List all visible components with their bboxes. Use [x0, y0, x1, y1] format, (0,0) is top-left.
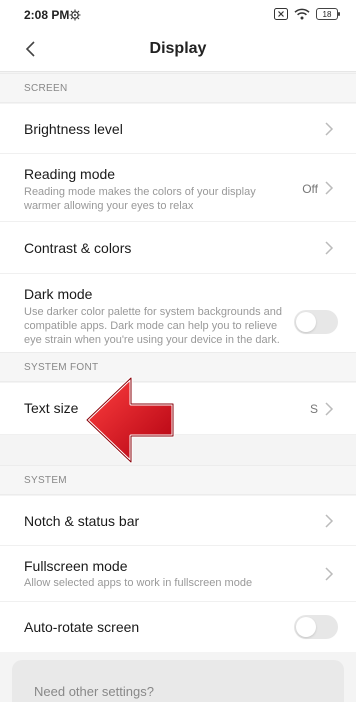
need-other-settings-card[interactable]: Need other settings?: [12, 660, 344, 702]
row-fullscreen-mode[interactable]: Fullscreen mode Allow selected apps to w…: [0, 546, 356, 602]
text-size-value: S: [309, 402, 318, 416]
status-time: 2:08 PM: [24, 8, 70, 22]
row-desc-fullscreen-mode: Allow selected apps to work in fullscree…: [24, 577, 253, 589]
dark-mode-toggle[interactable]: [294, 310, 338, 334]
chevron-right-icon: [325, 241, 334, 255]
row-label-notch-status-bar: Notch & status bar: [24, 513, 140, 529]
section-header-system: SYSTEM: [0, 465, 356, 495]
row-label-text-size: Text size: [24, 400, 79, 416]
wifi-icon: [294, 8, 310, 20]
section-label-screen: SCREEN: [24, 83, 68, 94]
row-dark-mode[interactable]: Dark mode Use darker color palette for s…: [0, 274, 356, 359]
row-label-fullscreen-mode: Fullscreen mode: [24, 558, 128, 574]
page-title: Display: [149, 40, 207, 57]
section-label-system: SYSTEM: [24, 475, 67, 486]
row-text-size[interactable]: Text size S: [0, 383, 356, 435]
reading-mode-value: Off: [302, 182, 318, 196]
auto-rotate-toggle[interactable]: [294, 615, 338, 639]
chevron-right-icon: [325, 567, 334, 581]
row-reading-mode[interactable]: Reading mode Reading mode makes the colo…: [0, 154, 356, 222]
chevron-right-icon: [325, 122, 334, 136]
battery-level: 18: [322, 9, 332, 19]
settings-gear-icon: [69, 9, 81, 21]
row-label-reading-mode: Reading mode: [24, 166, 116, 182]
chevron-right-icon: [325, 402, 334, 416]
row-label-brightness-level: Brightness level: [24, 121, 123, 137]
row-desc-reading-mode: Reading mode makes the colors of your di…: [24, 186, 256, 212]
row-auto-rotate-screen[interactable]: Auto-rotate screen: [0, 602, 356, 652]
need-other-settings-label: Need other settings?: [34, 684, 154, 699]
status-icons: 18: [274, 8, 340, 20]
row-brightness-level[interactable]: Brightness level: [0, 104, 356, 154]
red-pointer-arrow: [85, 376, 175, 464]
row-desc-dark-mode: Use darker color palette for system back…: [24, 306, 283, 346]
battery-icon: 18: [316, 8, 340, 20]
close-box-icon: [274, 8, 288, 20]
row-contrast-colors[interactable]: Contrast & colors: [0, 222, 356, 274]
chevron-right-icon: [325, 514, 334, 528]
row-label-dark-mode: Dark mode: [24, 286, 93, 302]
chevron-right-icon: [325, 181, 334, 195]
section-header-screen: SCREEN: [0, 73, 356, 103]
section-label-system-font: SYSTEM FONT: [24, 362, 99, 373]
row-label-auto-rotate-screen: Auto-rotate screen: [24, 619, 140, 635]
status-bar: 2:08 PM 18: [0, 0, 356, 30]
title-bar: Display: [0, 30, 356, 72]
row-notch-status-bar[interactable]: Notch & status bar: [0, 496, 356, 546]
row-label-contrast-colors: Contrast & colors: [24, 240, 132, 256]
section-header-system-font: SYSTEM FONT: [0, 352, 356, 382]
